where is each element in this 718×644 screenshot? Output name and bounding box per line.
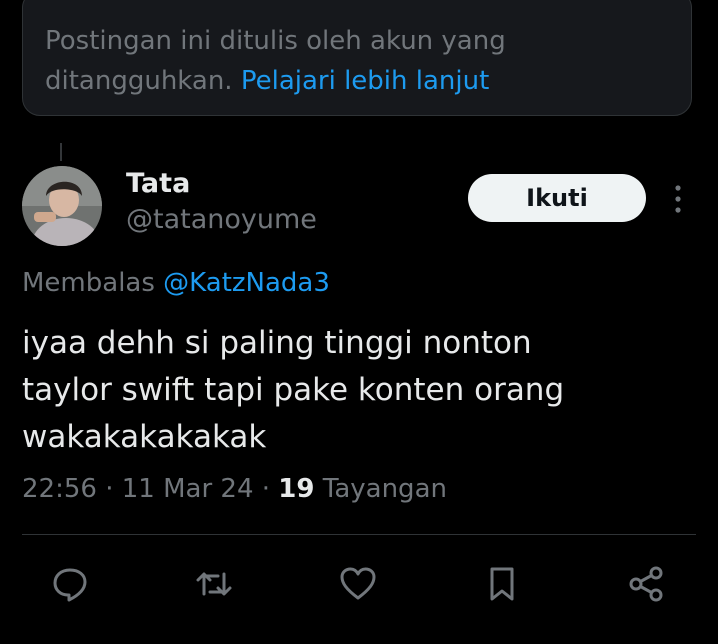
retweet-icon-glyph <box>196 572 232 596</box>
views-label: Tayangan <box>322 474 447 504</box>
divider <box>22 534 696 535</box>
tweet-date[interactable]: 11 Mar 24 <box>122 474 254 504</box>
tweet-text-line: taylor swift tapi pake konten orang <box>22 372 565 408</box>
learn-more-link[interactable]: Pelajari lebih lanjut <box>241 66 489 96</box>
bookmark-icon-glyph <box>490 567 514 601</box>
author-display-name[interactable]: Tata <box>126 168 190 199</box>
reply-icon-glyph <box>53 568 87 602</box>
tweet-text: iyaa dehh si paling tinggi nonton taylor… <box>22 320 662 461</box>
tweet-metadata: 22:56 · 11 Mar 24 · 19 Tayangan <box>22 474 447 504</box>
more-dots-glyph <box>675 185 681 213</box>
meta-separator: · <box>261 474 271 504</box>
replying-to: Membalas @KatzNada3 <box>22 268 330 298</box>
share-icon[interactable] <box>622 560 670 608</box>
more-options-icon[interactable] <box>666 182 690 216</box>
replying-to-handle[interactable]: @KatzNada3 <box>163 268 330 298</box>
bookmark-icon[interactable] <box>478 560 526 608</box>
replying-to-label: Membalas <box>22 268 155 298</box>
notice-text: Postingan ini ditulis oleh akun yang dit… <box>45 21 565 101</box>
tweet-time[interactable]: 22:56 <box>22 474 97 504</box>
tweet-text-line: iyaa dehh si paling tinggi nonton <box>22 325 532 361</box>
share-icon-glyph <box>629 566 663 602</box>
avatar-photo <box>22 166 102 246</box>
reply-icon[interactable] <box>46 560 94 608</box>
suspended-account-notice: Postingan ini ditulis oleh akun yang dit… <box>22 0 692 116</box>
author-handle[interactable]: @tatanoyume <box>126 204 317 235</box>
thread-connector-line <box>60 143 62 161</box>
like-icon-glyph <box>340 567 376 600</box>
tweet-text-line: wakakakakakak <box>22 419 267 455</box>
follow-button[interactable]: Ikuti <box>468 174 646 222</box>
views-count: 19 <box>278 474 315 504</box>
meta-separator: · <box>105 474 114 504</box>
avatar[interactable] <box>22 166 102 246</box>
like-icon[interactable] <box>334 560 382 608</box>
retweet-icon[interactable] <box>190 560 238 608</box>
